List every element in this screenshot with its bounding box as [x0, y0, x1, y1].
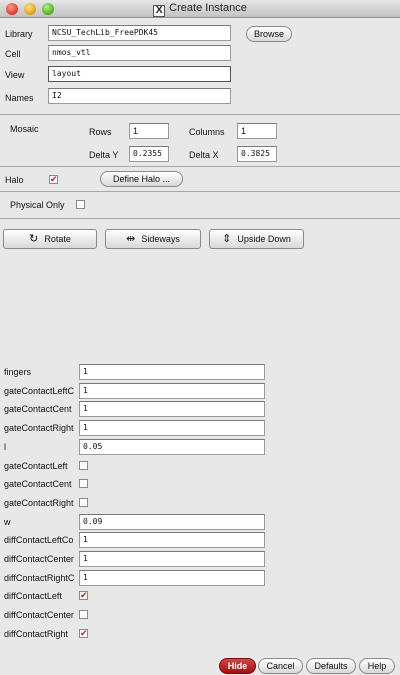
library-field[interactable]: NCSU_TechLib_FreePDK45 — [48, 25, 231, 41]
param-label: diffContactLeft — [4, 591, 62, 601]
sideways-label: Sideways — [141, 234, 180, 244]
param-label: gateContactCent — [4, 479, 72, 489]
columns-label: Columns — [189, 127, 225, 137]
separator — [0, 191, 400, 192]
param-field[interactable]: 1 — [79, 364, 265, 380]
upside-down-button[interactable]: ⇕ Upside Down — [209, 229, 304, 249]
sideways-icon: ⇹ — [126, 233, 136, 245]
mosaic-label: Mosaic — [10, 124, 39, 134]
param-field[interactable]: 1 — [79, 401, 265, 417]
param-checkbox[interactable] — [79, 479, 88, 488]
param-label: w — [4, 517, 11, 527]
upside-down-label: Upside Down — [237, 234, 291, 244]
separator — [0, 166, 400, 167]
param-field[interactable]: 0.09 — [79, 514, 265, 530]
view-field[interactable]: layout — [48, 66, 231, 82]
physical-only-label: Physical Only — [10, 200, 65, 210]
param-field[interactable]: 1 — [79, 532, 265, 548]
rows-field[interactable]: 1 — [129, 123, 169, 139]
defaults-button[interactable]: Defaults — [306, 658, 356, 674]
hide-button[interactable]: Hide — [219, 658, 256, 674]
param-label: diffContactCenter — [4, 554, 74, 564]
columns-field[interactable]: 1 — [237, 123, 277, 139]
param-field[interactable]: 1 — [79, 383, 265, 399]
view-label: View — [5, 70, 25, 80]
param-label: diffContactRightC — [4, 573, 75, 583]
param-checkbox[interactable] — [79, 610, 88, 619]
browse-button[interactable]: Browse — [246, 26, 292, 42]
title-bar: X Create Instance — [0, 0, 400, 18]
names-label: Names — [5, 93, 34, 103]
cancel-button[interactable]: Cancel — [258, 658, 303, 674]
separator — [0, 114, 400, 115]
rows-label: Rows — [89, 127, 112, 137]
param-label: diffContactRight — [4, 629, 68, 639]
rotate-label: Rotate — [44, 234, 71, 244]
param-label: gateContactRight — [4, 423, 74, 433]
physical-only-checkbox[interactable] — [76, 200, 85, 209]
param-label: diffContactCenter — [4, 610, 74, 620]
param-checkbox[interactable] — [79, 461, 88, 470]
cell-label: Cell — [5, 49, 21, 59]
param-label: diffContactLeftCo — [4, 535, 74, 545]
rotate-icon: ↻ — [29, 233, 39, 245]
param-label: fingers — [4, 367, 32, 377]
upside-down-icon: ⇕ — [222, 233, 232, 245]
param-field[interactable]: 1 — [79, 570, 265, 586]
delta-x-field[interactable]: 0.3825 — [237, 146, 277, 162]
param-label: gateContactLeftC — [4, 386, 75, 396]
param-checkbox[interactable] — [79, 498, 88, 507]
halo-checkbox[interactable]: ✔ — [49, 175, 58, 184]
param-label: gateContactCent — [4, 404, 72, 414]
param-label: gateContactLeft — [4, 461, 68, 471]
param-checkbox[interactable]: ✔ — [79, 629, 88, 638]
cell-field[interactable]: nmos_vtl — [48, 45, 231, 61]
library-label: Library — [5, 29, 33, 39]
param-label: gateContactRight — [4, 498, 74, 508]
halo-label: Halo — [5, 175, 24, 185]
param-field[interactable]: 1 — [79, 420, 265, 436]
param-field[interactable]: 1 — [79, 551, 265, 567]
names-field[interactable]: I2 — [48, 88, 231, 104]
separator — [0, 218, 400, 219]
window-title: Create Instance — [169, 2, 247, 14]
param-field[interactable]: 0.05 — [79, 439, 265, 455]
param-checkbox[interactable]: ✔ — [79, 591, 88, 600]
delta-y-label: Delta Y — [89, 150, 119, 160]
help-button[interactable]: Help — [359, 658, 395, 674]
x11-app-icon: X — [153, 5, 166, 17]
param-label: l — [4, 442, 6, 452]
delta-x-label: Delta X — [189, 150, 219, 160]
window-title-wrap: X Create Instance — [0, 2, 400, 17]
define-halo-button[interactable]: Define Halo ... — [100, 171, 183, 187]
delta-y-field[interactable]: 0.2355 — [129, 146, 169, 162]
sideways-button[interactable]: ⇹ Sideways — [105, 229, 201, 249]
rotate-button[interactable]: ↻ Rotate — [3, 229, 97, 249]
